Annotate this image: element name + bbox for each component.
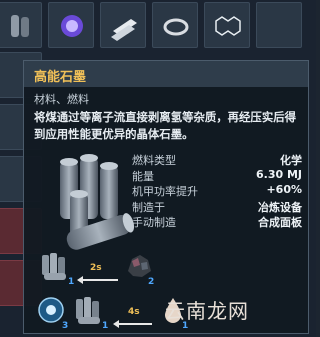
stat-label: 燃料类型 (132, 154, 176, 167)
stat-row: 机甲功率提升 +60% (132, 183, 302, 199)
item-category: 材料、燃料 (34, 93, 89, 106)
tooltip-header: 高能石墨 (24, 61, 308, 87)
item-name: 高能石墨 (34, 70, 87, 85)
inventory-slot[interactable] (100, 2, 146, 48)
item-stats: 燃料类型 化学 能量 6.30 MJ 机甲功率提升 +60% 制造于 冶炼设备 … (132, 152, 302, 230)
craft-time: 4s (128, 307, 140, 317)
output-count: 1 (68, 277, 75, 287)
inventory-slot[interactable] (256, 2, 302, 48)
stat-label: 制造于 (132, 200, 165, 214)
stat-row: 燃料类型 化学 (132, 152, 302, 168)
graphite-rods-icon (11, 15, 29, 37)
output-count: 3 (62, 321, 69, 331)
graphene-icon (215, 16, 241, 36)
input-count: 2 (148, 277, 155, 287)
graphite-rods-icon (60, 154, 135, 250)
arrow-left-icon (77, 276, 118, 284)
stat-row: 手动制造 合成面板 (132, 214, 302, 230)
steel-bars-icon (111, 19, 137, 41)
graphite-rods-icon (42, 253, 66, 280)
craft-time: 2s (90, 263, 102, 273)
stat-row: 制造于 冶炼设备 (132, 199, 302, 215)
stat-value: 合成面板 (258, 216, 302, 229)
inventory-slot[interactable] (204, 2, 250, 48)
game-ui: 高能石墨 材料、燃料 将煤通过等离子流直接剥离氢等杂质，再经压实后得到应用性能更… (0, 0, 316, 337)
stat-row: 能量 6.30 MJ (132, 168, 302, 184)
stat-value: 化学 (280, 154, 302, 167)
stat-label: 机甲功率提升 (132, 185, 198, 198)
plasma-orb-icon (61, 15, 83, 37)
wire-coil-icon (163, 18, 189, 36)
inventory-slot[interactable] (48, 2, 94, 48)
graphite-rods-icon (76, 297, 100, 324)
item-tooltip: 高能石墨 材料、燃料 将煤通过等离子流直接剥离氢等杂质，再经压实后得到应用性能更… (23, 60, 309, 334)
recipe-row: 1 2s 2 (32, 251, 172, 291)
stat-value: 冶炼设备 (258, 200, 302, 214)
watermark: 云南龙网 (165, 299, 249, 323)
inventory-slot[interactable] (152, 2, 198, 48)
arrow-left-icon (113, 320, 152, 328)
stat-value: +60% (266, 183, 302, 196)
inventory-slot[interactable] (0, 2, 42, 48)
item-description: 将煤通过等离子流直接剥离氢等杂质，再经压实后得到应用性能更优异的晶体石墨。 (34, 110, 296, 141)
output-count: 1 (102, 321, 109, 331)
stat-label: 手动制造 (132, 216, 176, 229)
stat-value: 6.30 MJ (255, 167, 302, 181)
stat-label: 能量 (132, 169, 154, 183)
